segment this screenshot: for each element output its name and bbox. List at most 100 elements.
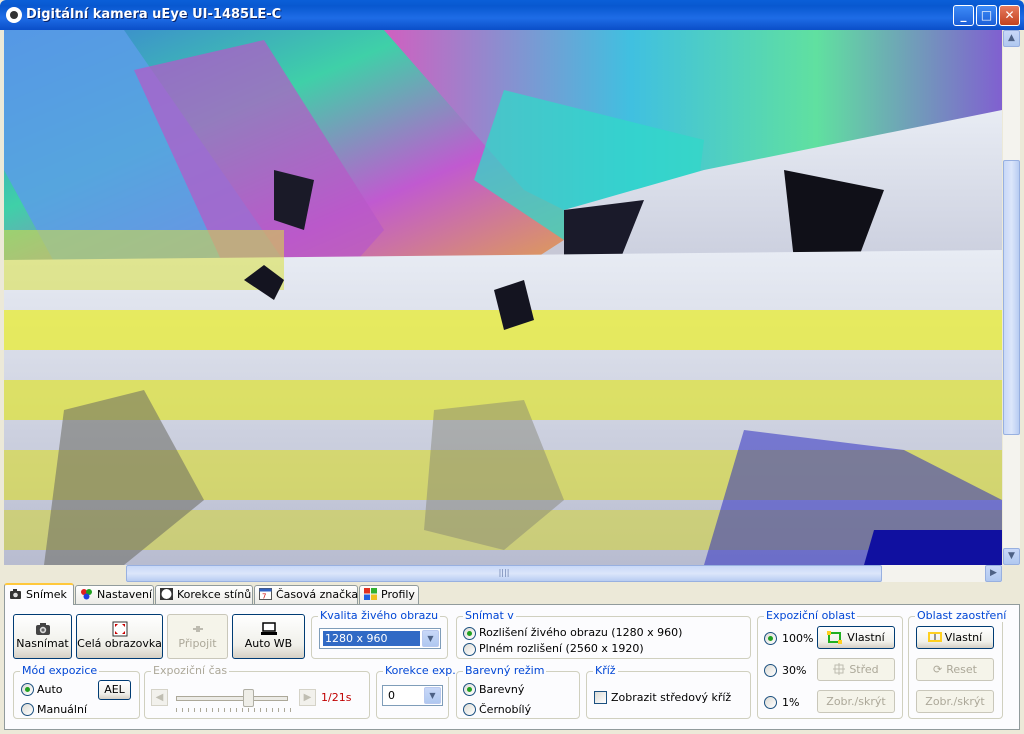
focus-custom-button[interactable]: Vlastní xyxy=(916,626,994,649)
exposure-area-group: Expoziční oblast 100% Vlastní 30% Střed … xyxy=(757,609,903,719)
shading-icon xyxy=(160,588,173,600)
exposure-area-100-radio[interactable] xyxy=(764,632,777,645)
camera-icon xyxy=(10,589,21,599)
exposure-custom-label: Vlastní xyxy=(847,631,885,644)
tab-korekce-stinu[interactable]: Korekce stínů xyxy=(155,585,253,604)
live-view: ▲ ▼ |||| ▶ xyxy=(4,30,1020,582)
capture-button[interactable]: Nasnímat xyxy=(13,614,72,659)
exposure-auto-radio[interactable] xyxy=(21,683,34,696)
exposure-time-track xyxy=(176,696,288,701)
cross-title: Kříž xyxy=(593,664,618,677)
focus-area-title: Oblast zaostření xyxy=(915,609,1009,622)
exposure-area-1-label: 1% xyxy=(782,696,800,709)
exposure-center-label: Střed xyxy=(849,663,879,676)
connect-label: Připojit xyxy=(178,637,217,650)
exposure-area-30-radio[interactable] xyxy=(764,664,777,677)
exposure-mode-title: Mód expozice xyxy=(20,664,100,677)
windows-flag-icon xyxy=(364,588,377,600)
exposure-area-1-radio[interactable] xyxy=(764,696,777,709)
tab-snimek[interactable]: Snímek xyxy=(4,583,74,605)
exposure-time-slider[interactable] xyxy=(242,689,254,707)
exposure-time-decrease-button[interactable]: ◀ xyxy=(151,689,168,706)
exposure-time-ticks xyxy=(176,708,292,712)
exposure-custom-button[interactable]: Vlastní xyxy=(817,626,895,649)
maximize-button[interactable]: □ xyxy=(976,5,997,26)
title-bar[interactable]: Digitální kamera uEye UI-1485LE-C _ □ ✕ xyxy=(0,0,1024,30)
focus-reset-label: Reset xyxy=(946,663,977,676)
capture-live-label: Rozlišení živého obrazu (1280 x 960) xyxy=(479,626,683,639)
close-button[interactable]: ✕ xyxy=(999,5,1020,26)
capture-label: Nasnímat xyxy=(16,637,69,650)
tab-profily[interactable]: Profily xyxy=(359,585,419,604)
exposure-correction-value: 0 xyxy=(388,689,395,702)
cross-group: Kříž Zobrazit středový kříž xyxy=(586,664,751,719)
exposure-area-100-label: 100% xyxy=(782,632,814,645)
fullscreen-icon xyxy=(112,621,127,637)
connect-icon xyxy=(192,626,203,632)
tab-strip: Snímek Nastavení Korekce stínů 7 Časová z… xyxy=(4,583,1020,605)
focus-toggle-button[interactable]: Zobr./skrýt xyxy=(916,690,994,713)
exposure-time-value: 1/21s xyxy=(321,691,352,704)
color-mode-bw-label: Černobílý xyxy=(479,703,532,716)
chevron-down-icon[interactable]: ▼ xyxy=(422,630,439,647)
capture-in-title: Snímat v xyxy=(463,609,516,622)
exposure-mode-group: Mód expozice Auto Manuální AEL xyxy=(13,664,140,719)
app-icon[interactable] xyxy=(6,7,22,23)
exposure-manual-radio[interactable] xyxy=(21,703,34,716)
focus-reset-button[interactable]: ⟳ Reset xyxy=(916,658,994,681)
scroll-right-button[interactable]: ▶ xyxy=(985,565,1002,582)
scroll-down-button[interactable]: ▼ xyxy=(1003,548,1020,565)
auto-wb-label: Auto WB xyxy=(244,637,293,650)
live-quality-title: Kvalita živého obrazu xyxy=(318,609,441,622)
svg-text:7: 7 xyxy=(262,593,266,601)
focus-custom-label: Vlastní xyxy=(944,631,983,644)
auto-wb-button[interactable]: Auto WB xyxy=(232,614,305,659)
capture-in-group: Snímat v Rozlišení živého obrazu (1280 x… xyxy=(456,609,751,659)
tab-nastaveni[interactable]: Nastavení xyxy=(75,585,154,604)
capture-full-radio[interactable] xyxy=(463,643,476,656)
exposure-time-group: Expoziční čas ◀ ▶ 1/21s xyxy=(144,664,370,719)
exposure-time-increase-button[interactable]: ▶ xyxy=(299,689,316,706)
ael-button[interactable]: AEL xyxy=(98,680,131,700)
color-mode-color-label: Barevný xyxy=(479,683,525,696)
focus-region-icon xyxy=(927,632,942,642)
calendar-icon: 7 xyxy=(259,588,272,600)
scroll-up-button[interactable]: ▲ xyxy=(1003,30,1020,47)
capture-full-label: Plném rozlišení (2560 x 1920) xyxy=(479,642,644,655)
crosshair-icon xyxy=(833,663,846,675)
live-quality-select[interactable]: 1280 x 960 ▼ xyxy=(319,628,441,649)
tab-label: Snímek xyxy=(26,588,67,601)
show-center-cross-checkbox[interactable] xyxy=(594,691,607,704)
tab-casova-znacka[interactable]: 7 Časová značka xyxy=(254,585,358,604)
tab-label: Nastavení xyxy=(97,588,153,601)
live-quality-value: 1280 x 960 xyxy=(323,631,420,646)
vertical-scrollbar[interactable]: ▲ ▼ xyxy=(1003,30,1020,565)
horizontal-scrollbar[interactable]: |||| ▶ xyxy=(126,565,1002,582)
snimek-panel: Nasnímat Celá obrazovka Připojit Auto WB… xyxy=(4,604,1020,730)
color-mode-color-radio[interactable] xyxy=(463,683,476,696)
exposure-correction-select[interactable]: 0 ▼ xyxy=(382,685,443,706)
exposure-area-30-label: 30% xyxy=(782,664,807,677)
tab-label: Korekce stínů xyxy=(177,588,252,601)
color-mode-group: Barevný režim Barevný Černobílý xyxy=(456,664,580,719)
vertical-scroll-thumb[interactable] xyxy=(1003,160,1020,435)
live-camera-image[interactable] xyxy=(4,30,1002,565)
color-mode-title: Barevný režim xyxy=(463,664,547,677)
connect-button[interactable]: Připojit xyxy=(167,614,228,659)
exposure-center-button[interactable]: Střed xyxy=(817,658,895,681)
minimize-button[interactable]: _ xyxy=(953,5,974,26)
tab-label: Profily xyxy=(381,588,415,601)
capture-live-radio[interactable] xyxy=(463,627,476,640)
window-title: Digitální kamera uEye UI-1485LE-C xyxy=(26,7,282,22)
chevron-down-icon[interactable]: ▼ xyxy=(424,687,441,704)
exposure-correction-title: Korekce exp. xyxy=(383,664,458,677)
exposure-region-icon xyxy=(827,631,843,644)
live-quality-group: Kvalita živého obrazu 1280 x 960 ▼ xyxy=(311,609,448,659)
exposure-time-title: Expoziční čas xyxy=(151,664,230,677)
color-mode-bw-radio[interactable] xyxy=(463,703,476,716)
horizontal-scroll-thumb[interactable]: |||| xyxy=(126,565,882,582)
fullscreen-button[interactable]: Celá obrazovka xyxy=(76,614,163,659)
color-dots-icon xyxy=(81,589,92,600)
exposure-toggle-button[interactable]: Zobr./skrýt xyxy=(817,690,895,713)
focus-area-group: Oblast zaostření Vlastní ⟳ Reset Zobr./sk… xyxy=(908,609,1009,719)
